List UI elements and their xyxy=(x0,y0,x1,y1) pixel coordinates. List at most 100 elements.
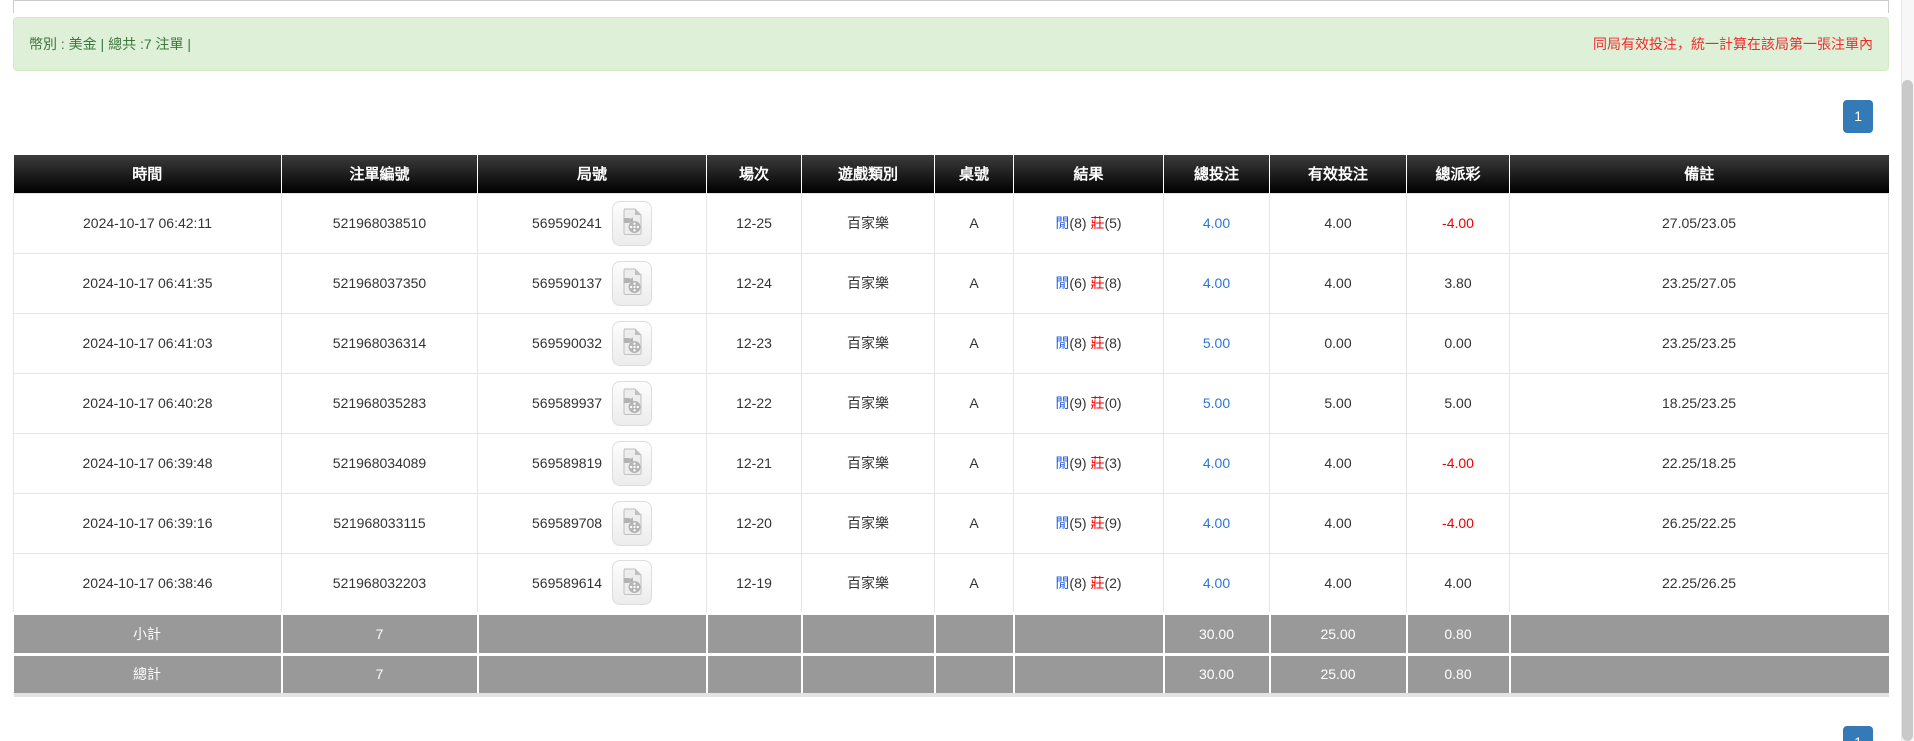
scrollbar-thumb[interactable] xyxy=(1902,80,1913,741)
col-header-round: 局號 xyxy=(478,155,707,193)
video-file-icon xyxy=(621,208,643,235)
summary-payout: 0.80 xyxy=(1407,613,1510,654)
cell-remark: 22.25/26.25 xyxy=(1510,553,1889,613)
round-number: 569590241 xyxy=(532,215,602,231)
summary-row: 小計 7 30.00 25.00 0.80 xyxy=(14,613,1889,654)
banker-result-label: 莊 xyxy=(1090,275,1104,291)
summary-row: 總計 7 30.00 25.00 0.80 xyxy=(14,654,1889,695)
summary-total-bet: 30.00 xyxy=(1164,613,1270,654)
cell-round: 569589819 xyxy=(478,433,707,493)
banker-score: (5) xyxy=(1104,215,1121,231)
player-result-label: 閒 xyxy=(1055,515,1069,531)
banker-result-label: 莊 xyxy=(1090,395,1104,411)
cell-game-type: 百家樂 xyxy=(802,553,935,613)
cell-game-type: 百家樂 xyxy=(802,373,935,433)
player-score: (8) xyxy=(1069,575,1086,591)
table-row: 2024-10-17 06:38:46 521968032203 5695896… xyxy=(14,553,1889,613)
cell-result: 閒(8) 莊(2) xyxy=(1014,553,1164,613)
video-replay-button[interactable] xyxy=(612,441,652,486)
cell-table-no: A xyxy=(935,553,1014,613)
cell-remark: 18.25/23.25 xyxy=(1510,373,1889,433)
cell-payout: 3.80 xyxy=(1407,253,1510,313)
banker-score: (9) xyxy=(1104,515,1121,531)
vertical-scrollbar[interactable] xyxy=(1901,0,1914,741)
video-replay-button[interactable] xyxy=(612,321,652,366)
cell-session: 12-25 xyxy=(707,193,802,253)
cell-table-no: A xyxy=(935,373,1014,433)
player-result-label: 閒 xyxy=(1055,275,1069,291)
cell-total-bet: 4.00 xyxy=(1164,193,1270,253)
cell-remark: 23.25/27.05 xyxy=(1510,253,1889,313)
summary-count: 7 xyxy=(282,613,478,654)
cell-valid-bet: 4.00 xyxy=(1270,253,1407,313)
cell-time: 2024-10-17 06:42:11 xyxy=(14,193,282,253)
table-row: 2024-10-17 06:40:28 521968035283 5695899… xyxy=(14,373,1889,433)
video-replay-button[interactable] xyxy=(612,501,652,546)
cell-time: 2024-10-17 06:39:16 xyxy=(14,493,282,553)
cell-payout: 0.00 xyxy=(1407,313,1510,373)
summary-empty-cell xyxy=(935,654,1014,695)
summary-valid-bet: 25.00 xyxy=(1270,613,1407,654)
cell-bet-id: 521968038510 xyxy=(282,193,478,253)
cell-result: 閒(5) 莊(9) xyxy=(1014,493,1164,553)
player-score: (9) xyxy=(1069,455,1086,471)
cell-session: 12-19 xyxy=(707,553,802,613)
cell-total-bet: 5.00 xyxy=(1164,313,1270,373)
total-bet-link[interactable]: 4.00 xyxy=(1203,515,1230,531)
cell-session: 12-24 xyxy=(707,253,802,313)
cell-bet-id: 521968035283 xyxy=(282,373,478,433)
cell-total-bet: 4.00 xyxy=(1164,253,1270,313)
summary-total-bet: 30.00 xyxy=(1164,654,1270,695)
cell-table-no: A xyxy=(935,253,1014,313)
cell-round: 569590241 xyxy=(478,193,707,253)
video-replay-button[interactable] xyxy=(612,201,652,246)
table-row: 2024-10-17 06:39:16 521968033115 5695897… xyxy=(14,493,1889,553)
cell-session: 12-23 xyxy=(707,313,802,373)
cell-valid-bet: 4.00 xyxy=(1270,493,1407,553)
total-bet-link[interactable]: 4.00 xyxy=(1203,275,1230,291)
table-row: 2024-10-17 06:41:35 521968037350 5695901… xyxy=(14,253,1889,313)
cell-game-type: 百家樂 xyxy=(802,313,935,373)
col-header-time: 時間 xyxy=(14,155,282,193)
page-1-button-top[interactable]: 1 xyxy=(1843,100,1873,133)
total-bet-link[interactable]: 5.00 xyxy=(1203,335,1230,351)
round-number: 569589614 xyxy=(532,575,602,591)
video-file-icon xyxy=(621,388,643,415)
video-replay-button[interactable] xyxy=(612,560,652,605)
video-replay-button[interactable] xyxy=(612,381,652,426)
total-bet-link[interactable]: 4.00 xyxy=(1203,575,1230,591)
bet-history-table-wrap: 時間 注單編號 局號 場次 遊戲類別 桌號 結果 總投注 有效投注 總派彩 備註… xyxy=(13,155,1889,697)
round-number: 569590032 xyxy=(532,335,602,351)
cell-bet-id: 521968037350 xyxy=(282,253,478,313)
col-header-bet-id: 注單編號 xyxy=(282,155,478,193)
cell-bet-id: 521968036314 xyxy=(282,313,478,373)
currency-total-summary: 幣別 : 美金 | 總共 :7 注單 | xyxy=(29,34,191,54)
cell-round: 569589708 xyxy=(478,493,707,553)
player-score: (8) xyxy=(1069,335,1086,351)
cell-remark: 26.25/22.25 xyxy=(1510,493,1889,553)
cell-valid-bet: 4.00 xyxy=(1270,553,1407,613)
page-1-button-bottom[interactable]: 1 xyxy=(1843,726,1873,741)
table-header: 時間 注單編號 局號 場次 遊戲類別 桌號 結果 總投注 有效投注 總派彩 備註 xyxy=(14,155,1889,193)
cell-total-bet: 4.00 xyxy=(1164,553,1270,613)
total-bet-link[interactable]: 4.00 xyxy=(1203,455,1230,471)
banker-score: (8) xyxy=(1104,335,1121,351)
banker-score: (2) xyxy=(1104,575,1121,591)
cell-result: 閒(6) 莊(8) xyxy=(1014,253,1164,313)
banker-score: (0) xyxy=(1104,395,1121,411)
summary-valid-bet: 25.00 xyxy=(1270,654,1407,695)
summary-empty-cell xyxy=(478,613,707,654)
summary-empty-cell xyxy=(1014,613,1164,654)
player-score: (8) xyxy=(1069,215,1086,231)
summary-empty-cell xyxy=(1014,654,1164,695)
summary-empty-cell xyxy=(707,654,802,695)
total-bet-link[interactable]: 4.00 xyxy=(1203,215,1230,231)
pagination-top: 1 xyxy=(1843,100,1873,133)
cell-result: 閒(8) 莊(5) xyxy=(1014,193,1164,253)
cell-game-type: 百家樂 xyxy=(802,253,935,313)
total-bet-link[interactable]: 5.00 xyxy=(1203,395,1230,411)
cell-total-bet: 5.00 xyxy=(1164,373,1270,433)
video-replay-button[interactable] xyxy=(612,261,652,306)
cell-session: 12-21 xyxy=(707,433,802,493)
cell-round: 569590137 xyxy=(478,253,707,313)
